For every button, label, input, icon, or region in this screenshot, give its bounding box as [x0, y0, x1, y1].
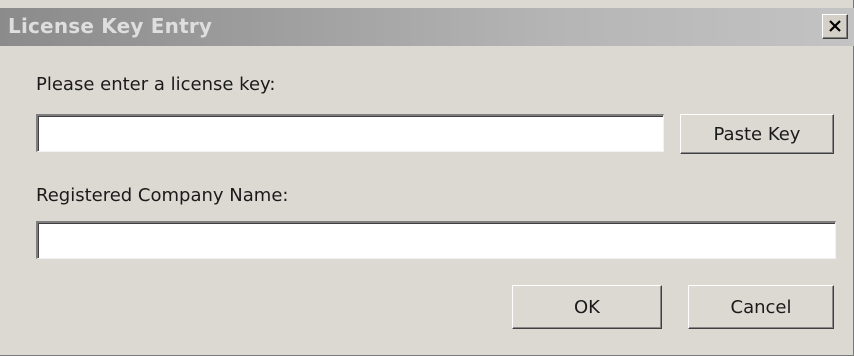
company-name-field-frame [36, 221, 836, 259]
company-name-label: Registered Company Name: [36, 185, 289, 206]
license-key-label: Please enter a license key: [36, 74, 276, 95]
ok-button[interactable]: OK [512, 285, 662, 329]
license-key-input[interactable] [38, 116, 663, 151]
close-button[interactable] [822, 14, 848, 39]
license-key-dialog: License Key Entry Please enter a license… [0, 0, 854, 356]
title-bar[interactable]: License Key Entry [0, 8, 854, 46]
license-key-field-frame [36, 114, 664, 152]
company-name-input[interactable] [38, 223, 835, 258]
cancel-button[interactable]: Cancel [688, 285, 834, 329]
close-icon [829, 20, 841, 32]
paste-key-button[interactable]: Paste Key [680, 114, 834, 154]
window-title: License Key Entry [8, 14, 213, 38]
